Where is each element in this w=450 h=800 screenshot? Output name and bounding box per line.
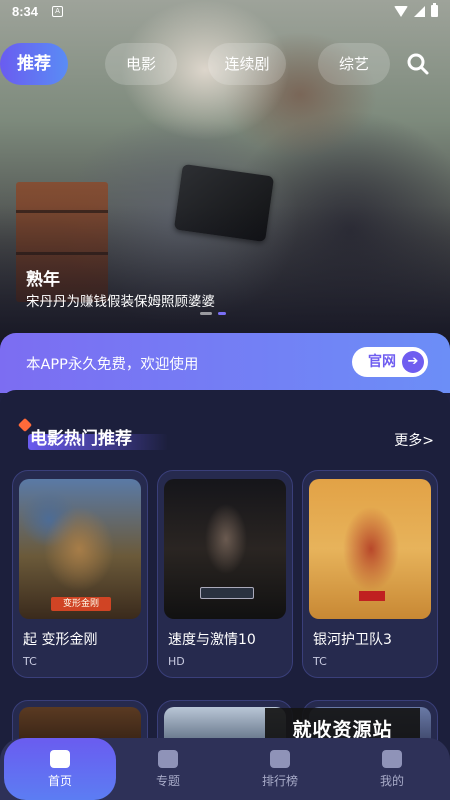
movie-title: 起 变形金刚 — [23, 632, 98, 648]
nav-label: 排行榜 — [261, 774, 298, 788]
signal-icon — [414, 5, 425, 17]
movie-poster — [164, 479, 286, 619]
official-site-label: 官网 — [368, 354, 396, 370]
poster-logo — [359, 591, 385, 601]
hero-subtitle: 宋丹丹为赚钱假装保姆照顾婆婆 — [26, 294, 215, 310]
nav-label: 我的 — [379, 774, 404, 788]
nav-topic[interactable]: 专题 — [112, 738, 224, 800]
tab-movies[interactable]: 电影 — [105, 43, 177, 85]
notification-icon: A — [52, 6, 63, 17]
system-icons — [394, 3, 438, 17]
nav-profile[interactable]: 我的 — [336, 738, 448, 800]
section-title: 电影热门推荐 — [30, 429, 132, 449]
movie-title: 银河护卫队3 — [313, 632, 392, 648]
movie-card[interactable]: 变形金刚 起 变形金刚 TC — [12, 470, 148, 678]
official-site-button[interactable]: 官网 ➔ — [352, 347, 428, 377]
movie-card[interactable]: 银河护卫队3 TC — [302, 470, 438, 678]
quality-badge: TC — [23, 655, 37, 668]
home-icon — [50, 750, 70, 768]
movie-card[interactable]: 速度与激情10 HD — [157, 470, 293, 678]
poster-logo — [200, 587, 254, 599]
movie-title: 速度与激情10 — [168, 632, 256, 648]
nav-home[interactable]: 首页 — [4, 738, 116, 800]
nav-label: 首页 — [47, 774, 72, 788]
ranking-icon — [270, 750, 290, 768]
search-icon[interactable] — [406, 52, 430, 76]
tab-variety[interactable]: 综艺 — [318, 43, 390, 85]
wifi-icon — [394, 5, 408, 17]
quality-badge: HD — [168, 655, 185, 668]
promo-banner: 本APP永久免费，欢迎使用 官网 ➔ — [0, 333, 450, 393]
tab-series[interactable]: 连续剧 — [208, 43, 286, 85]
carousel-indicator — [200, 312, 226, 315]
hero-title: 熟年 — [26, 270, 60, 290]
tab-recommend[interactable]: 推荐 — [0, 43, 68, 85]
bottom-nav: 首页 专题 排行榜 我的 — [0, 738, 450, 800]
carousel-dot-active — [218, 312, 226, 315]
movie-poster — [309, 479, 431, 619]
arrow-right-icon: ➔ — [402, 351, 424, 373]
status-time: 8:34 — [12, 4, 39, 19]
status-bar: 8:34 A — [0, 0, 450, 24]
profile-icon — [382, 750, 402, 768]
movie-poster: 变形金刚 — [19, 479, 141, 619]
quality-badge: TC — [313, 655, 327, 668]
topic-icon — [158, 750, 178, 768]
category-tabs: 推荐 电影 连续剧 综艺 — [0, 43, 450, 85]
carousel-dot — [200, 312, 212, 315]
battery-icon — [431, 3, 438, 17]
nav-label: 专题 — [155, 774, 180, 788]
more-link[interactable]: 更多> — [394, 430, 434, 450]
poster-logo: 变形金刚 — [51, 597, 111, 611]
nav-ranking[interactable]: 排行榜 — [224, 738, 336, 800]
promo-text: 本APP永久免费，欢迎使用 — [26, 357, 199, 373]
